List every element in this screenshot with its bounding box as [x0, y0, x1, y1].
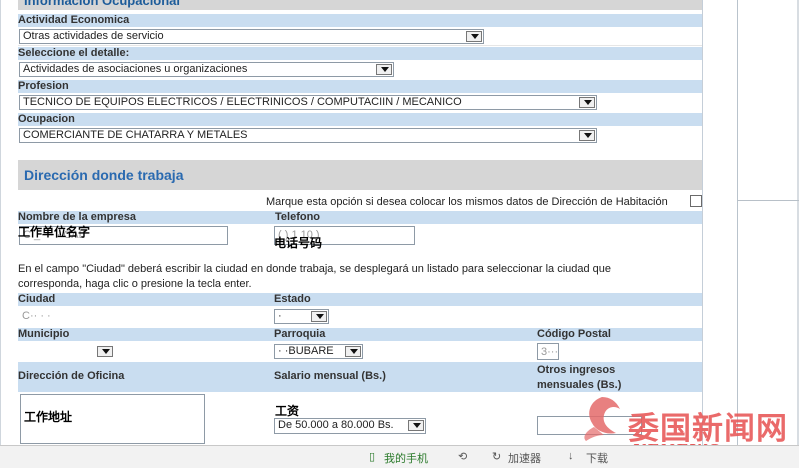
profesion-label-row: Profesion: [18, 80, 702, 93]
chevron-down-icon[interactable]: [579, 130, 595, 141]
actividad-value: Otras actividades de servicio: [23, 30, 164, 42]
download-icon: ↓: [568, 450, 574, 462]
ciudad-input[interactable]: C·· · ·: [18, 307, 276, 324]
refresh-icon: ⟲: [458, 451, 468, 463]
codigo-postal-label: Código Postal: [537, 328, 611, 340]
ciudad-label: Ciudad: [18, 293, 56, 305]
detalle-label: Seleccione el detalle:: [18, 47, 130, 59]
estado-select[interactable]: ·: [274, 309, 329, 324]
actividad-label-row: Actividad Economica: [18, 14, 702, 27]
detalle-value: Actividades de asociaciones u organizaci…: [23, 63, 248, 75]
section-header: Información Ocupacional: [18, 0, 702, 10]
detalle-label-row: Seleccione el detalle:: [18, 47, 702, 60]
estado-value: ·: [278, 310, 282, 322]
actividad-select[interactable]: Otras actividades de servicio: [19, 29, 484, 44]
ciudad-value: C·· · ·: [22, 310, 51, 322]
municipio-select[interactable]: [19, 344, 115, 359]
profesion-label: Profesion: [18, 80, 69, 92]
codigo-postal-input[interactable]: 3···: [537, 343, 559, 360]
right-panel-divider: [737, 200, 799, 201]
dragon-logo-icon: [584, 397, 620, 441]
chevron-down-icon[interactable]: [579, 97, 595, 108]
chevron-down-icon[interactable]: [408, 420, 424, 431]
frame-inner-border: [702, 0, 703, 445]
detalle-select[interactable]: Actividades de asociaciones u organizaci…: [19, 62, 394, 77]
empresa-annotation: 工作单位名字: [18, 225, 91, 239]
parroquia-label: Parroquia: [274, 328, 326, 340]
salario-annotation: 工资: [275, 404, 300, 418]
direccion-header: Dirección donde trabaja: [18, 160, 702, 190]
salario-select[interactable]: De 50.000 a 80.000 Bs.: [274, 418, 426, 434]
ciudad-label-row: Ciudad Estado: [18, 293, 702, 306]
municipio-label: Municipio: [18, 328, 70, 340]
same-address-text: Marque esta opción si desea colocar los …: [266, 196, 668, 208]
speed-icon: ↻: [492, 451, 502, 463]
codigo-postal-value: 3···: [541, 346, 559, 358]
profesion-value: TECNICO DE EQUIPOS ELECTRICOS / ELECTRIN…: [23, 96, 462, 108]
ocupacion-value: COMERCIANTE DE CHATARRA Y METALES: [23, 129, 248, 141]
status-bar: ▯ 我的手机 ⟲ ↻ 加速器 ↓ 下载: [0, 445, 799, 468]
parroquia-select[interactable]: · ·BUBARE: [274, 344, 363, 359]
status-item-download[interactable]: 下载: [586, 450, 608, 466]
chevron-down-icon[interactable]: [376, 64, 392, 75]
section-title: Información Ocupacional: [24, 0, 181, 8]
frame-left-border: [0, 0, 1, 445]
ciudad-note: En el campo "Ciudad" deberá escribir la …: [18, 263, 612, 290]
parroquia-value: · ·BUBARE: [278, 345, 334, 357]
watermark-logo: [572, 393, 632, 443]
chevron-down-icon[interactable]: [97, 346, 113, 357]
salario-value: De 50.000 a 80.000 Bs.: [278, 419, 394, 431]
oficina-label: Dirección de Oficina: [18, 370, 125, 382]
ocupacion-label: Ocupacion: [18, 113, 75, 125]
chevron-down-icon[interactable]: [345, 346, 361, 357]
ocupacion-label-row: Ocupacion: [18, 113, 702, 126]
salario-label: Salario mensual (Bs.): [274, 370, 386, 382]
same-address-checkbox[interactable]: [690, 195, 702, 207]
status-item-phone[interactable]: 我的手机: [384, 450, 428, 466]
otros-label: Otros ingresos mensuales (Bs.): [537, 364, 622, 391]
right-panel: [737, 0, 799, 445]
empresa-label-row: Nombre de la empresa Telefono: [18, 211, 702, 224]
chevron-down-icon[interactable]: [311, 311, 327, 322]
ocupacion-select[interactable]: COMERCIANTE DE CHATARRA Y METALES: [19, 128, 597, 143]
phone-icon: ▯: [369, 451, 376, 463]
chevron-down-icon[interactable]: [466, 31, 482, 42]
profesion-select[interactable]: TECNICO DE EQUIPOS ELECTRICOS / ELECTRIN…: [19, 95, 597, 110]
oficina-annotation: 工作地址: [24, 410, 73, 424]
telefono-label: Telefono: [275, 211, 321, 223]
actividad-label: Actividad Economica: [18, 14, 130, 26]
telefono-annotation: 电话号码: [274, 236, 323, 250]
direccion-title: Dirección donde trabaja: [24, 167, 184, 183]
municipio-label-row: Municipio Parroquia Código Postal: [18, 328, 702, 341]
status-item-accelerator[interactable]: 加速器: [508, 450, 541, 466]
estado-label: Estado: [274, 293, 311, 305]
